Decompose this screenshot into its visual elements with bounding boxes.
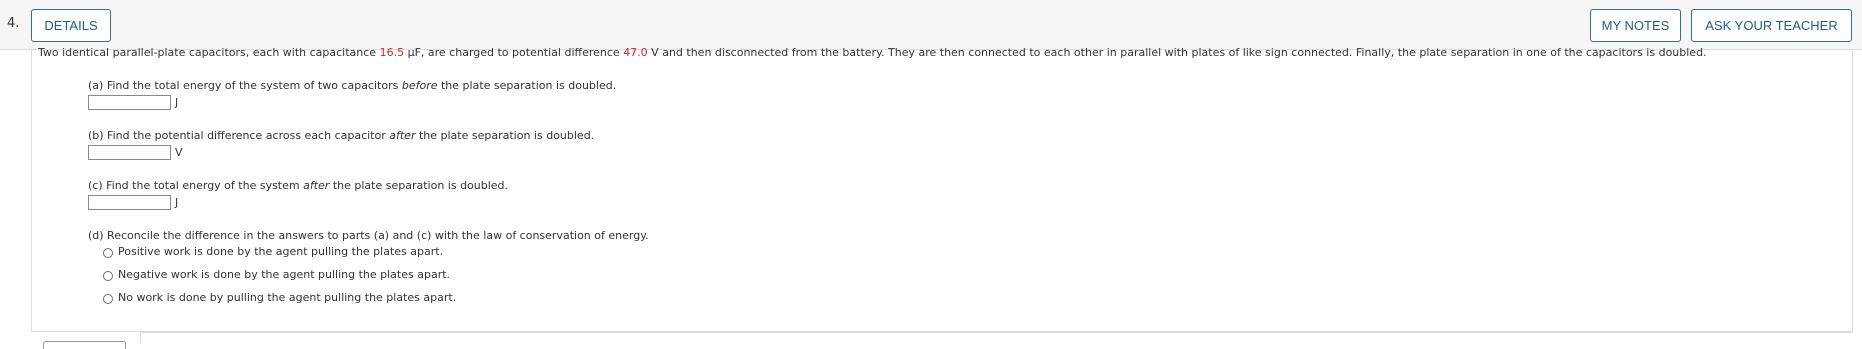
next-panel-edge — [140, 332, 1853, 343]
question-header: 4. DETAILS MY NOTES ASK YOUR TEACHER — [0, 0, 1862, 50]
unit-a: J — [175, 96, 179, 109]
option-1-label[interactable]: Positive work is done by the agent pulli… — [118, 245, 443, 258]
part-d-prompt: (d) Reconcile the difference in the answ… — [88, 229, 649, 242]
voltage-value: 47.0 — [623, 46, 648, 59]
part-a-text-end: the plate separation is doubled. — [437, 79, 617, 92]
part-c-prompt: (c) Find the total energy of the system … — [88, 179, 508, 192]
part-c-text: (c) Find the total energy of the system — [88, 179, 304, 192]
radio-option-1[interactable] — [103, 248, 113, 258]
radio-option-3[interactable] — [103, 294, 113, 304]
stem-text-2: µF, are charged to potential difference — [404, 46, 624, 59]
part-c-text-end: the plate separation is doubled. — [329, 179, 509, 192]
ask-your-teacher-button[interactable]: ASK YOUR TEACHER — [1691, 9, 1852, 42]
submit-button-edge[interactable] — [43, 341, 126, 349]
unit-c: J — [175, 196, 179, 209]
stem-text-1: Two identical parallel-plate capacitors,… — [38, 46, 380, 59]
part-b-text: (b) Find the potential difference across… — [88, 129, 390, 142]
question-number: 4. — [7, 16, 20, 31]
option-2-label[interactable]: Negative work is done by the agent pulli… — [118, 268, 450, 281]
capacitance-value: 16.5 — [379, 46, 405, 59]
part-b-emphasis: after — [389, 129, 416, 142]
part-a-prompt: (a) Find the total energy of the system … — [88, 79, 616, 92]
answer-input-a[interactable] — [88, 95, 171, 110]
part-c-emphasis: after — [303, 179, 330, 192]
part-a-emphasis: before — [401, 79, 438, 92]
stem-text-3: V and then disconnected from the battery… — [647, 46, 1707, 59]
part-b-text-end: the plate separation is doubled. — [415, 129, 595, 142]
answer-input-b[interactable] — [88, 145, 171, 160]
unit-b: V — [175, 146, 183, 159]
part-b-prompt: (b) Find the potential difference across… — [88, 129, 594, 142]
radio-option-2[interactable] — [103, 271, 113, 281]
option-3-label[interactable]: No work is done by pulling the agent pul… — [118, 291, 456, 304]
details-button[interactable]: DETAILS — [31, 9, 111, 42]
answer-input-c[interactable] — [88, 195, 171, 210]
question-stem: Two identical parallel-plate capacitors,… — [38, 46, 1707, 59]
part-a-text: (a) Find the total energy of the system … — [88, 79, 402, 92]
my-notes-button[interactable]: MY NOTES — [1590, 9, 1681, 42]
